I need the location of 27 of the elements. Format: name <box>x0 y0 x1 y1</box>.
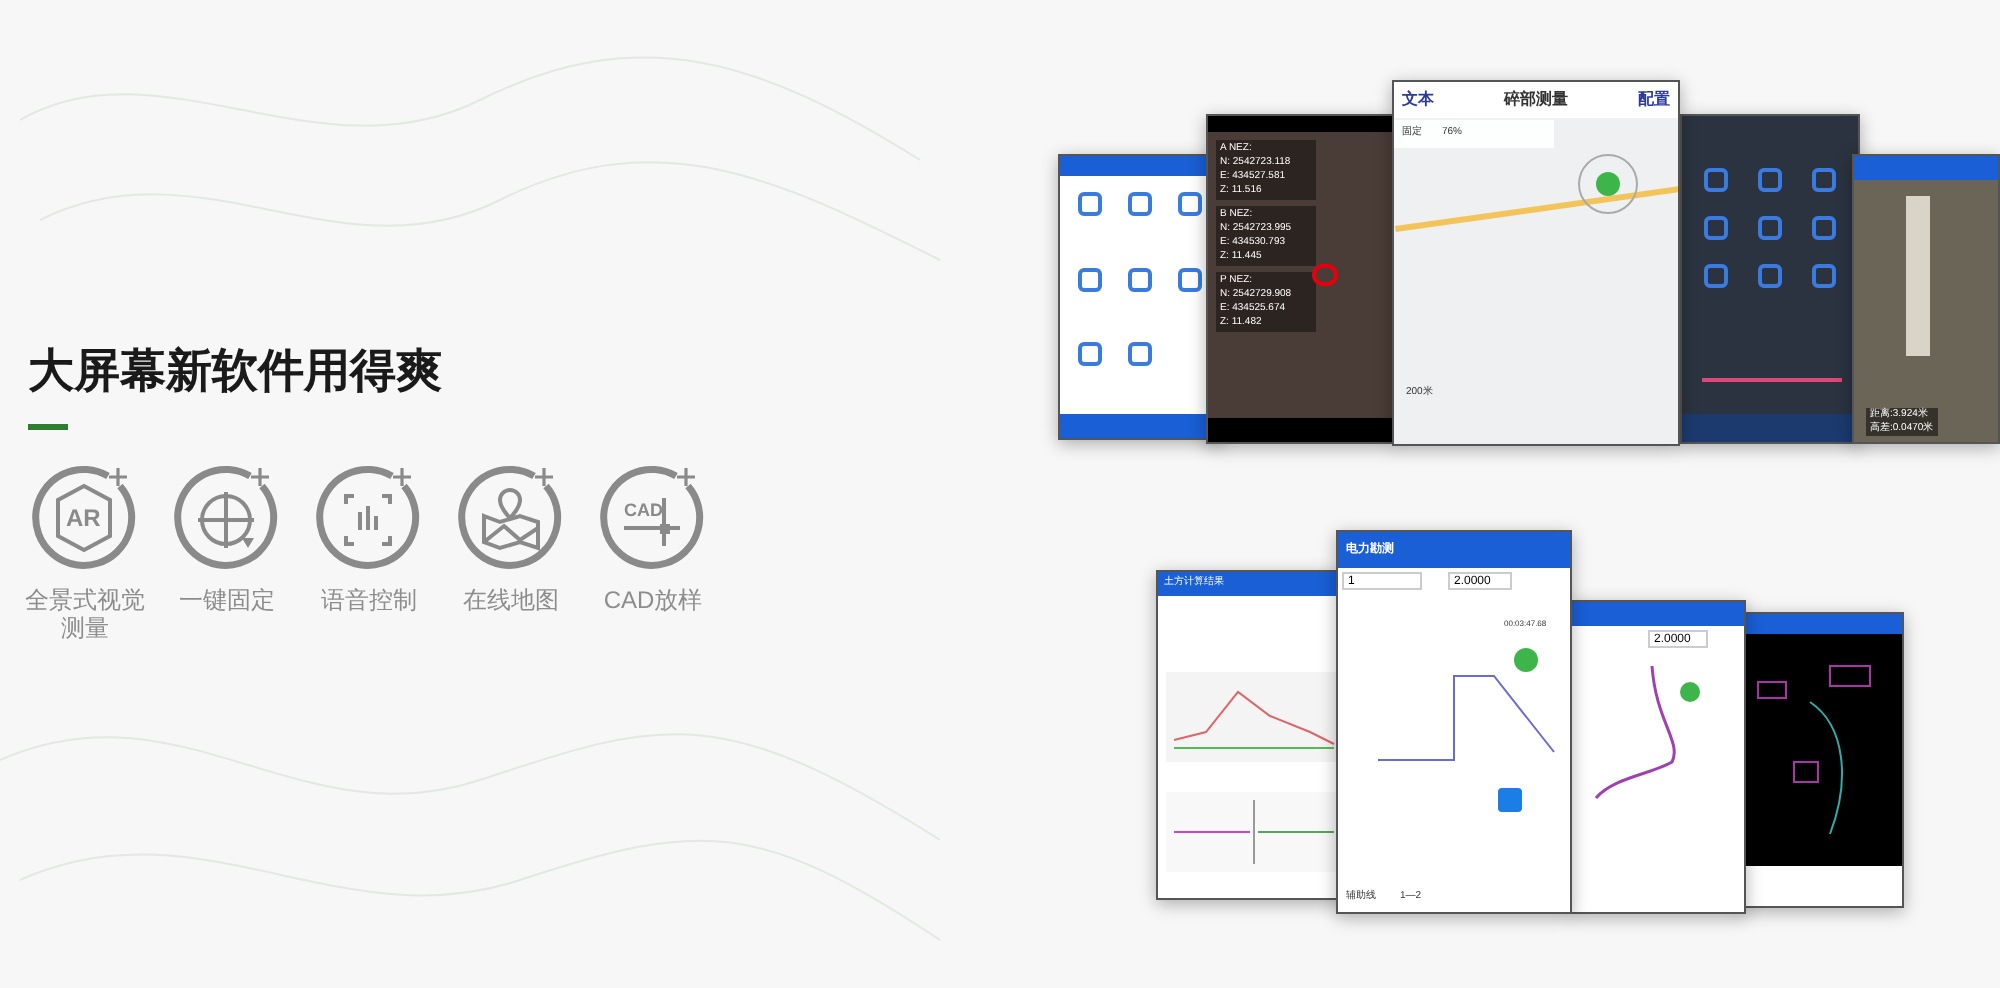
app-icon <box>1078 192 1103 216</box>
app-icon <box>1127 267 1152 292</box>
feature-label: 一键固定 <box>177 586 277 614</box>
app-icon <box>1704 264 1729 288</box>
app-icon <box>1757 216 1782 240</box>
app-header <box>1854 156 1998 180</box>
headline: 大屏幕新软件用得爽 <box>28 342 444 400</box>
app-icon <box>1811 264 1836 288</box>
locate-button[interactable] <box>1498 788 1522 812</box>
feature-label: 全景式视觉测量 <box>25 586 145 642</box>
app-icon <box>1757 168 1782 192</box>
app-icon <box>1757 264 1782 288</box>
feature-label: CAD放样 <box>601 586 705 614</box>
app-icon <box>1704 216 1729 240</box>
accent-bar <box>28 424 68 430</box>
app-icon <box>1811 168 1836 192</box>
app-icon <box>1078 342 1103 367</box>
app-icon <box>1127 192 1152 216</box>
app-icon <box>1811 216 1836 240</box>
app-icon <box>1177 267 1202 292</box>
app-icon <box>1177 192 1202 216</box>
app-icon <box>1704 168 1729 192</box>
app-icon <box>1127 342 1152 367</box>
screen-title: 碎部测量 <box>1504 88 1568 112</box>
app-icon <box>1078 267 1103 292</box>
feature-label: 在线地图 <box>461 586 561 614</box>
feature-label: 语音控制 <box>319 586 419 614</box>
